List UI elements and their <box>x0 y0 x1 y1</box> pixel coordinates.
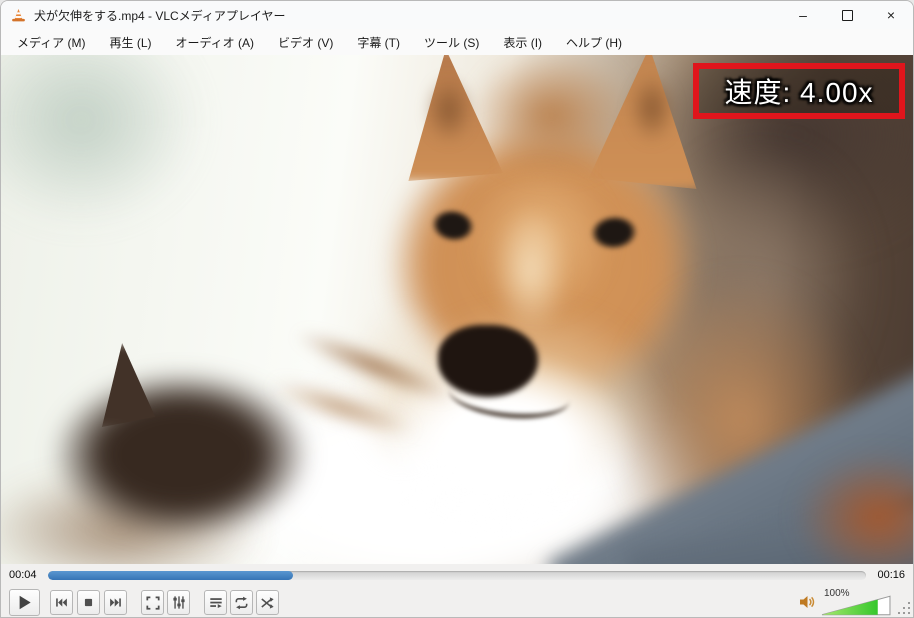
play-icon <box>16 594 33 611</box>
vlc-cone-icon[interactable] <box>11 8 26 23</box>
menu-media[interactable]: メディア (M) <box>5 30 97 55</box>
video-bg-tint <box>1 55 201 225</box>
dog-ear-right-inner <box>629 73 675 143</box>
resize-grip[interactable] <box>899 603 910 614</box>
loop-button[interactable] <box>230 590 253 615</box>
speaker-icon[interactable] <box>799 594 817 610</box>
menu-playback[interactable]: 再生 (L) <box>97 30 163 55</box>
maximize-button[interactable] <box>825 1 869 29</box>
window-title: 犬が欠伸をする.mp4 - VLCメディアプレイヤー <box>34 7 286 24</box>
elapsed-time: 00:04 <box>9 569 39 581</box>
playlist-button[interactable] <box>204 590 227 615</box>
skip-forward-icon <box>108 596 123 609</box>
stop-button[interactable] <box>77 590 100 615</box>
window-controls: – × <box>781 1 913 29</box>
minimize-icon: – <box>799 7 807 23</box>
previous-button[interactable] <box>50 590 73 615</box>
orange-corner <box>796 453 913 564</box>
minimize-button[interactable]: – <box>781 1 825 29</box>
menu-subtitle[interactable]: 字幕 (T) <box>345 30 412 55</box>
video-canvas[interactable]: 速度: 4.00x <box>1 55 913 564</box>
playlist-icon <box>209 596 223 610</box>
shuffle-icon <box>260 596 275 610</box>
next-button[interactable] <box>104 590 127 615</box>
stop-icon <box>82 596 95 609</box>
play-button[interactable] <box>9 589 40 616</box>
dog-ear-left-inner <box>426 77 472 143</box>
menu-audio[interactable]: オーディオ (A) <box>164 30 267 55</box>
volume-fill <box>822 600 878 615</box>
skip-back-icon <box>54 596 69 609</box>
fullscreen-icon <box>146 596 160 610</box>
controls-bar: 100% <box>1 586 913 617</box>
title-bar[interactable]: 犬が欠伸をする.mp4 - VLCメディアプレイヤー – × <box>1 1 913 29</box>
maximize-icon <box>842 10 853 21</box>
menu-view[interactable]: 表示 (I) <box>491 30 554 55</box>
seek-progress <box>48 571 293 580</box>
fullscreen-button[interactable] <box>141 590 164 615</box>
random-button[interactable] <box>256 590 279 615</box>
speed-osd-text: 速度: 4.00x <box>724 71 873 111</box>
loop-icon <box>234 596 249 610</box>
seek-bar[interactable] <box>48 571 866 580</box>
volume-triangle-icon <box>821 595 891 616</box>
vlc-window: 犬が欠伸をする.mp4 - VLCメディアプレイヤー – × メディア (M) … <box>0 0 914 618</box>
speed-osd-annotation-box: 速度: 4.00x <box>693 63 905 119</box>
close-button[interactable]: × <box>869 1 913 29</box>
menu-video[interactable]: ビデオ (V) <box>266 30 345 55</box>
extended-settings-button[interactable] <box>167 590 190 615</box>
close-icon: × <box>887 7 895 23</box>
total-time: 00:16 <box>875 569 905 581</box>
equalizer-sliders-icon <box>172 595 186 610</box>
menu-help[interactable]: ヘルプ (H) <box>554 30 634 55</box>
menu-bar: メディア (M) 再生 (L) オーディオ (A) ビデオ (V) 字幕 (T)… <box>1 29 913 55</box>
seek-row: 00:04 00:16 <box>1 564 913 586</box>
menu-tools[interactable]: ツール (S) <box>412 30 491 55</box>
volume-slider[interactable] <box>821 595 891 616</box>
